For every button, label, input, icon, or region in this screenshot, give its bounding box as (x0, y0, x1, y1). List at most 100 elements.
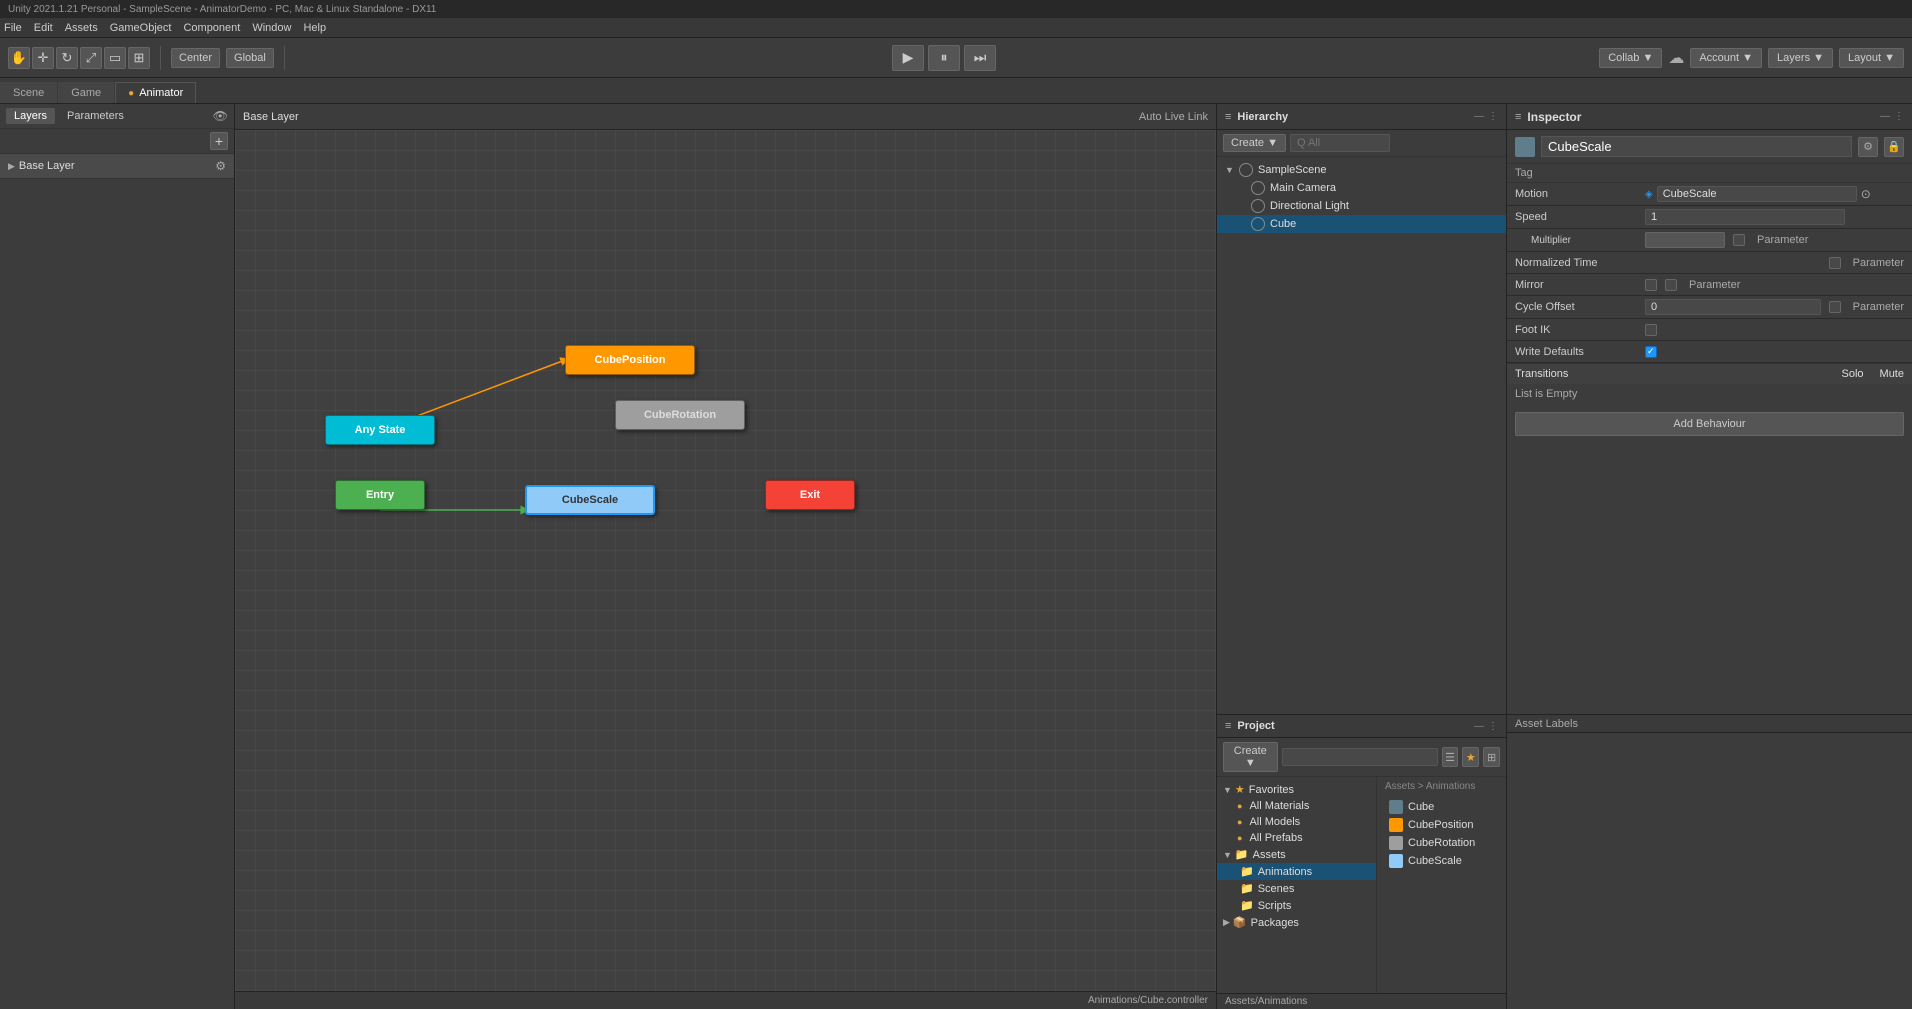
asset-cube-scale[interactable]: CubeScale (1385, 852, 1498, 870)
hand-tool[interactable]: ✋ (8, 47, 30, 69)
normalized-time-checkbox[interactable] (1829, 257, 1841, 269)
favorites-folder[interactable]: ▼ ★ Favorites (1217, 781, 1376, 798)
animations-folder[interactable]: 📁 Animations (1217, 863, 1376, 880)
base-layer-item[interactable]: ▶ Base Layer ⚙ (0, 154, 234, 179)
favorites-label: Favorites (1249, 784, 1294, 796)
tab-scene[interactable]: Scene (0, 82, 57, 103)
node-entry[interactable]: Entry (335, 480, 425, 510)
multiplier-input[interactable] (1645, 232, 1725, 248)
motion-pick-icon[interactable]: ⊙ (1861, 187, 1871, 201)
layout-button[interactable]: Layout ▼ (1839, 48, 1904, 68)
node-cube-scale[interactable]: CubeScale (525, 485, 655, 515)
node-cube-rotation[interactable]: CubeRotation (615, 400, 745, 430)
menu-edit[interactable]: Edit (34, 22, 53, 34)
account-button[interactable]: Account ▼ (1690, 48, 1762, 68)
project-pin-icon[interactable]: — (1474, 721, 1484, 732)
tab-bar: Scene Game ● Animator (0, 78, 1912, 104)
all-materials-item[interactable]: ● All Materials (1217, 798, 1376, 814)
scene-label: SampleScene (1258, 164, 1327, 176)
rotate-tool[interactable]: ↻ (56, 47, 78, 69)
menu-gameobject[interactable]: GameObject (110, 22, 172, 34)
asset-cube-position[interactable]: CubePosition (1385, 816, 1498, 834)
hierarchy-dots-icon[interactable]: ⋮ (1488, 111, 1498, 122)
menu-help[interactable]: Help (303, 22, 326, 34)
node-any-state[interactable]: Any State (325, 415, 435, 445)
move-tool[interactable]: ✛ (32, 47, 54, 69)
inspector-name-input[interactable] (1541, 136, 1852, 157)
transform-tool[interactable]: ⊞ (128, 47, 150, 69)
inspector-bottom: Asset Labels (1507, 715, 1912, 1009)
menu-window[interactable]: Window (252, 22, 291, 34)
assets-folder[interactable]: ▼ 📁 Assets (1217, 846, 1376, 863)
all-models-item[interactable]: ● All Models (1217, 814, 1376, 830)
project-title: Project (1237, 720, 1274, 732)
mirror-param-checkbox[interactable] (1665, 279, 1677, 291)
collab-button[interactable]: Collab ▼ (1599, 48, 1662, 68)
mirror-checkbox[interactable] (1645, 279, 1657, 291)
project-layout-icon[interactable]: ⊞ (1483, 747, 1500, 767)
project-create-button[interactable]: Create ▼ (1223, 742, 1278, 772)
hierarchy-main-camera[interactable]: Main Camera (1217, 179, 1506, 197)
project-star-icon[interactable]: ★ (1462, 747, 1479, 767)
motion-value-input[interactable] (1657, 186, 1857, 202)
scripts-folder[interactable]: 📁 Scripts (1217, 897, 1376, 914)
inspector-lock-icon[interactable]: 🔒 (1884, 137, 1904, 157)
asset-cube-rotation[interactable]: CubeRotation (1385, 834, 1498, 852)
tab-animator[interactable]: ● Animator (115, 82, 196, 103)
hierarchy-create-button[interactable]: Create ▼ (1223, 134, 1286, 152)
menu-file[interactable]: File (4, 22, 22, 34)
speed-input[interactable] (1645, 209, 1845, 225)
layer-gear-icon[interactable]: ⚙ (215, 159, 226, 173)
inspector-dots-icon[interactable]: ⋮ (1894, 111, 1904, 122)
auto-live-link[interactable]: Auto Live Link (1139, 111, 1208, 123)
parameters-tab[interactable]: Parameters (59, 108, 132, 124)
project-filter-icon[interactable]: ☰ (1442, 747, 1459, 767)
write-defaults-checkbox[interactable] (1645, 346, 1657, 358)
scenes-folder[interactable]: 📁 Scenes (1217, 880, 1376, 897)
step-button[interactable]: ⏭ (964, 45, 996, 71)
eye-icon[interactable]: 👁 (213, 109, 228, 123)
project-header: ≡ Project — ⋮ (1217, 715, 1506, 738)
menu-assets[interactable]: Assets (65, 22, 98, 34)
project-search-input[interactable] (1282, 748, 1438, 766)
hierarchy-cube[interactable]: Cube (1217, 215, 1506, 233)
layers-tab[interactable]: Layers (6, 108, 55, 124)
center-button[interactable]: Center (171, 48, 220, 68)
scene-icon (1239, 163, 1253, 177)
cycle-param-checkbox[interactable] (1829, 301, 1841, 313)
hierarchy-pin-icon[interactable]: — (1474, 111, 1484, 122)
global-button[interactable]: Global (226, 48, 274, 68)
foot-ik-checkbox[interactable] (1645, 324, 1657, 336)
scale-tool[interactable]: ⤢ (80, 47, 102, 69)
add-behaviour-button[interactable]: Add Behaviour (1515, 412, 1904, 436)
hierarchy-search-input[interactable] (1290, 134, 1390, 152)
speed-label: Speed (1515, 211, 1645, 223)
pause-button[interactable]: ⏸ (928, 45, 960, 71)
layers-button[interactable]: Layers ▼ (1768, 48, 1833, 68)
hierarchy-directional-light[interactable]: Directional Light (1217, 197, 1506, 215)
hierarchy-icon: ≡ (1225, 111, 1231, 123)
menu-component[interactable]: Component (183, 22, 240, 34)
tab-game[interactable]: Game (58, 82, 114, 103)
asset-cube[interactable]: Cube (1385, 798, 1498, 816)
hierarchy-toolbar: Create ▼ (1217, 130, 1506, 157)
multiplier-param-label: Parameter (1757, 234, 1808, 246)
node-exit[interactable]: Exit (765, 480, 855, 510)
play-button[interactable]: ▶ (892, 45, 924, 71)
multiplier-checkbox[interactable] (1733, 234, 1745, 246)
add-layer-button[interactable]: + (210, 132, 228, 150)
canvas-area[interactable]: Any State CubePosition CubeRotation Entr… (235, 130, 1216, 1009)
asset-labels-text: Asset Labels (1515, 718, 1578, 730)
node-cube-position[interactable]: CubePosition (565, 345, 695, 375)
inspector-pin-icon[interactable]: — (1880, 111, 1890, 122)
cloud-icon[interactable]: ☁ (1668, 48, 1684, 68)
light-label: Directional Light (1270, 200, 1349, 212)
packages-folder[interactable]: ▶ 📦 Packages (1217, 914, 1376, 931)
hierarchy-sample-scene[interactable]: ▼ SampleScene (1217, 161, 1506, 179)
rect-tool[interactable]: ▭ (104, 47, 126, 69)
cube-scale-icon (1389, 854, 1403, 868)
all-prefabs-item[interactable]: ● All Prefabs (1217, 830, 1376, 846)
inspector-settings-icon[interactable]: ⚙ (1858, 137, 1878, 157)
project-dots-icon[interactable]: ⋮ (1488, 721, 1498, 732)
cycle-offset-input[interactable] (1645, 299, 1821, 315)
